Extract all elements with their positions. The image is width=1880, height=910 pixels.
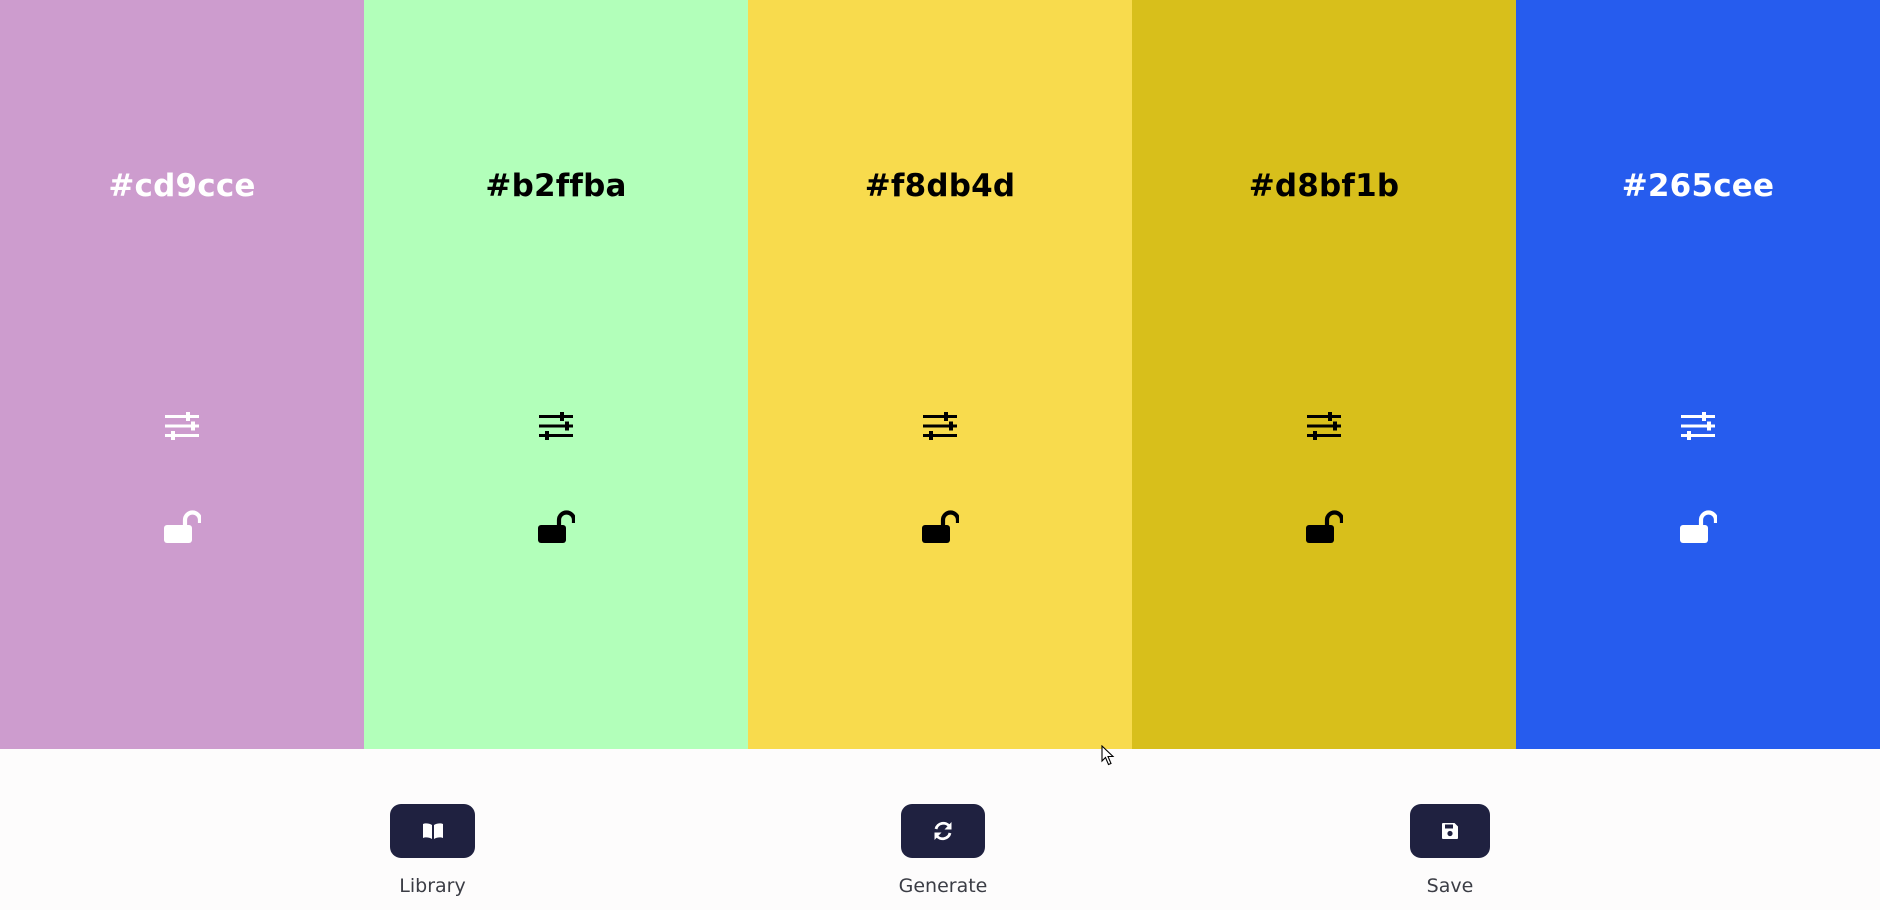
- sliders-icon: [1307, 412, 1341, 440]
- refresh-icon: [934, 821, 952, 841]
- bottom-toolbar: Library Generate Save: [0, 749, 1880, 910]
- save-tool: Save: [1410, 804, 1490, 897]
- generate-tool: Generate: [898, 804, 988, 897]
- unlock-icon: [1680, 510, 1717, 543]
- sliders-icon: [539, 412, 573, 440]
- lock-toggle-button[interactable]: [1676, 505, 1720, 549]
- unlock-icon: [164, 510, 201, 543]
- save-button[interactable]: [1410, 804, 1490, 858]
- color-swatch-1[interactable]: #cd9cce: [0, 0, 364, 749]
- adjust-color-button[interactable]: [534, 404, 578, 448]
- generate-label: Generate: [898, 875, 988, 897]
- color-palette: #cd9cce #b2ffba #f8db4d #d8bf1b #265cee: [0, 0, 1880, 749]
- sliders-icon: [165, 412, 199, 440]
- hex-code-label[interactable]: #265cee: [1516, 168, 1880, 204]
- sliders-icon: [923, 412, 957, 440]
- adjust-color-button[interactable]: [160, 404, 204, 448]
- unlock-icon: [538, 510, 575, 543]
- adjust-color-button[interactable]: [918, 404, 962, 448]
- color-swatch-2[interactable]: #b2ffba: [364, 0, 748, 749]
- adjust-color-button[interactable]: [1302, 404, 1346, 448]
- library-tool: Library: [390, 804, 475, 897]
- adjust-color-button[interactable]: [1676, 404, 1720, 448]
- lock-toggle-button[interactable]: [160, 505, 204, 549]
- mouse-cursor-icon: [1101, 745, 1115, 766]
- color-swatch-3[interactable]: #f8db4d: [748, 0, 1132, 749]
- sliders-icon: [1681, 412, 1715, 440]
- generate-button[interactable]: [901, 804, 985, 858]
- hex-code-label[interactable]: #d8bf1b: [1132, 168, 1516, 204]
- floppy-disk-icon: [1442, 823, 1458, 839]
- color-swatch-5[interactable]: #265cee: [1516, 0, 1880, 749]
- hex-code-label[interactable]: #b2ffba: [364, 168, 748, 204]
- unlock-icon: [922, 510, 959, 543]
- save-label: Save: [1426, 875, 1474, 897]
- lock-toggle-button[interactable]: [918, 505, 962, 549]
- color-swatch-4[interactable]: #d8bf1b: [1132, 0, 1516, 749]
- unlock-icon: [1306, 510, 1343, 543]
- book-icon: [422, 823, 443, 839]
- hex-code-label[interactable]: #f8db4d: [748, 168, 1132, 204]
- lock-toggle-button[interactable]: [1302, 505, 1346, 549]
- lock-toggle-button[interactable]: [534, 505, 578, 549]
- library-button[interactable]: [390, 804, 475, 858]
- hex-code-label[interactable]: #cd9cce: [0, 168, 364, 204]
- library-label: Library: [399, 875, 466, 897]
